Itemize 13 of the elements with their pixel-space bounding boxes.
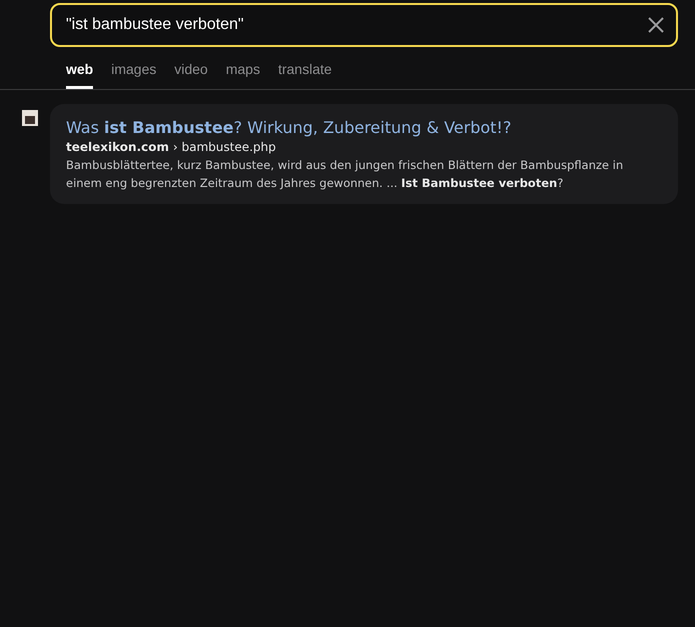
tab[interactable]: maps	[226, 61, 260, 89]
tab[interactable]: translate	[278, 61, 332, 89]
tab[interactable]: images	[111, 61, 156, 89]
search-field[interactable]: "ist bambustee verboten"	[66, 16, 646, 34]
result-snippet: Bambusblättertee, kurz Bambustee, wird aus den jungen frischen Blättern der Bambuspflanze in einem eng begrenzten Zeitraum des Jahres gewonnen. ... Ist Bambustee verboten?	[66, 157, 624, 192]
result-path: › bambustee.php	[172, 140, 276, 154]
tab[interactable]: web	[66, 61, 94, 89]
close-icon[interactable]	[646, 15, 666, 35]
result-domain[interactable]: teelexikon.com	[66, 140, 169, 154]
tab[interactable]: video	[174, 61, 208, 89]
search-bar[interactable]: "ist bambustee verboten"	[50, 3, 678, 47]
result-title[interactable]: Was ist Bambustee? Wirkung, Zubereitung & Verbot!?	[66, 117, 662, 139]
favicon-icon	[22, 110, 38, 126]
